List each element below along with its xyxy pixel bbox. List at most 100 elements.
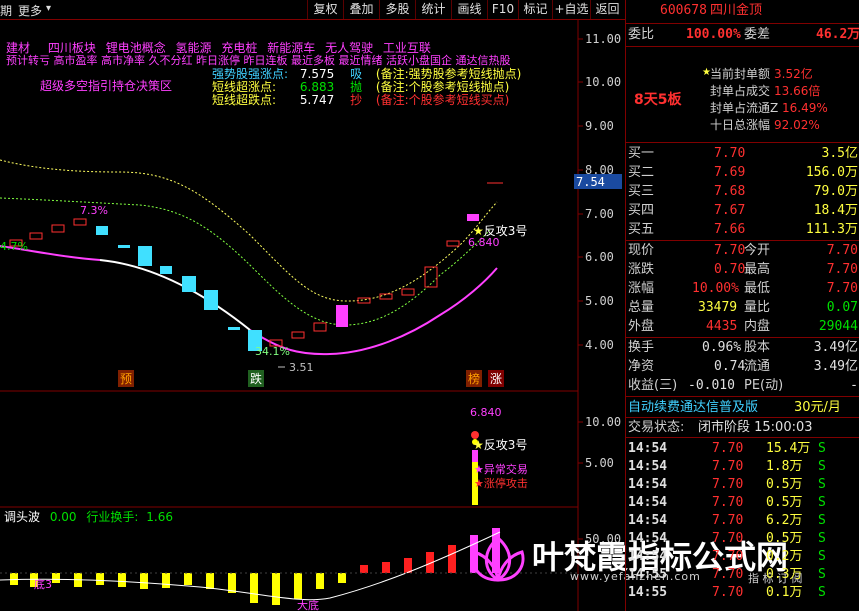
- event-marker[interactable]: 榜: [466, 370, 483, 387]
- low-price-label: 3.51: [289, 361, 314, 374]
- pct-label: 4.7%: [0, 240, 28, 253]
- bid-price: 7.66: [714, 222, 746, 237]
- f10-button[interactable]: F10: [487, 0, 518, 19]
- limit-info-row: 十日总涨幅 92.02%: [626, 116, 859, 135]
- stat-value: 0.74: [714, 359, 746, 374]
- stat-label: 今开: [744, 243, 771, 258]
- tick-row: 14:54 7.70 0.2万 S: [626, 547, 859, 566]
- stat-value: -: [850, 378, 858, 393]
- chevron-down-icon[interactable]: ▾: [46, 3, 51, 14]
- stat-label: 涨跌: [628, 262, 655, 277]
- stats-button[interactable]: 统计: [415, 0, 451, 19]
- event-marker[interactable]: 涨: [488, 370, 505, 387]
- stat-label: 涨幅: [628, 281, 655, 296]
- overlay-button[interactable]: 叠加: [343, 0, 379, 19]
- tick-row: 14:54 7.70 1.8万 S: [626, 457, 859, 476]
- fuquan-button[interactable]: 复权: [307, 0, 343, 19]
- stat-label: 股本: [744, 340, 771, 355]
- indicator-header[interactable]: 调头波 0.00 行业换手: 1.66: [4, 508, 173, 525]
- stat-value: 33479: [698, 300, 738, 315]
- tick-row: 14:54 7.70 0.5万 S: [626, 475, 859, 494]
- tick-price: 7.70: [712, 567, 744, 582]
- bid-row[interactable]: 买五 7.66 111.3万: [626, 220, 859, 239]
- axis-label: 11.00: [585, 32, 622, 46]
- tick-side: S: [818, 513, 826, 528]
- tick-side: S: [818, 441, 826, 456]
- back-button[interactable]: 返回: [590, 0, 624, 19]
- bid-volume: 18.4万: [813, 203, 858, 218]
- more-menu[interactable]: 更多: [18, 2, 42, 19]
- stat-value: 10.00%: [692, 281, 739, 296]
- pct-label: 7.3%: [80, 204, 108, 217]
- event-marker[interactable]: 预: [118, 370, 135, 387]
- weicha-label: 委差: [744, 27, 771, 42]
- stat-label: 净资: [628, 359, 655, 374]
- bid-row[interactable]: 买三 7.68 79.0万: [626, 182, 859, 201]
- axis-label: 4.00: [585, 338, 614, 352]
- tick-time: 14:54: [628, 531, 668, 546]
- tick-time: 14:55: [628, 567, 668, 582]
- stat-value: 7.70: [826, 243, 858, 258]
- weicha-value: 46.2万: [816, 27, 859, 42]
- streak-label: 8天5板: [634, 92, 682, 108]
- star-icon: ★: [473, 438, 484, 452]
- indicator-annotation: 大底: [297, 599, 319, 611]
- stat-row: 涨跌 0.70 最高 7.70: [626, 260, 859, 279]
- tick-row: 14:54 7.70 0.5万 S: [626, 529, 859, 548]
- stat-label: 换手: [628, 340, 655, 355]
- limit-label: ★涨停攻击: [474, 475, 528, 491]
- axis-label: 9.00: [585, 119, 614, 133]
- tick-time: 14:54: [628, 477, 668, 492]
- bid-row[interactable]: 买四 7.67 18.4万: [626, 201, 859, 220]
- weibi-value: 100.00%: [686, 27, 741, 42]
- bid-volume: 111.3万: [805, 222, 858, 237]
- tick-side: S: [818, 531, 826, 546]
- tick-volume: 0.5万: [766, 477, 803, 492]
- weibi-row: 委比 100.00% 委差 46.2万: [626, 25, 859, 44]
- tick-volume: 0.5万: [766, 531, 803, 546]
- tick-time: 14:55: [628, 585, 668, 600]
- draw-line-button[interactable]: 画线: [451, 0, 487, 19]
- stat-row: 换手 0.96% 股本 3.49亿: [626, 338, 859, 357]
- promo-banner[interactable]: 自动续费通达信普及版 30元/月: [626, 398, 859, 417]
- tick-row: 14:54 7.70 15.4万 S: [626, 439, 859, 458]
- tick-volume: 0.3万: [766, 567, 803, 582]
- bid-price: 7.69: [714, 165, 746, 180]
- indicator-name: 调头波: [4, 510, 41, 524]
- tick-price: 7.70: [712, 441, 744, 456]
- quote-panel: 600678 四川金顶 委比 100.00% 委差 46.2万 ★ 当前封单额 …: [625, 0, 859, 611]
- star-icon: ★: [474, 477, 484, 490]
- tick-time: 14:54: [628, 495, 668, 510]
- add-watchlist-button[interactable]: +自选: [552, 0, 590, 19]
- period-label[interactable]: 期: [0, 2, 12, 19]
- stat-label: 收益(三): [628, 378, 678, 393]
- event-marker[interactable]: 跌: [248, 370, 265, 387]
- chart-area[interactable]: 建材 四川板块 锂电池概念 氢能源 充电桩 新能源车 无人驾驶 工业互联 预计转…: [0, 20, 803, 611]
- stat-value: 0.96%: [702, 340, 742, 355]
- multi-stock-button[interactable]: 多股: [379, 0, 415, 19]
- pct-label: 34.1%: [255, 345, 290, 358]
- tick-side: S: [818, 459, 826, 474]
- stock-header[interactable]: 600678 四川金顶: [626, 1, 859, 21]
- tick-row: 14:55 7.70 0.1万 S: [626, 583, 859, 602]
- stat-value: 7.70: [826, 281, 858, 296]
- stat-value: -0.010: [688, 378, 735, 393]
- tick-price: 7.70: [712, 459, 744, 474]
- signal-text: 反攻3号: [483, 438, 528, 452]
- bid-row[interactable]: 买一 7.70 3.5亿: [626, 144, 859, 163]
- limit-info-value: 92.02%: [774, 118, 820, 132]
- stat-label: 外盘: [628, 319, 655, 334]
- stock-code: 600678: [660, 3, 707, 18]
- signal-label: ★反攻3号: [473, 222, 527, 239]
- current-price-marker: 7.54: [576, 175, 605, 189]
- stat-value: 7.70: [714, 243, 746, 258]
- stat-value: 29044: [818, 319, 858, 334]
- mark-button[interactable]: 标记: [518, 0, 552, 19]
- app-window: 期 更多 ▾ 复权 叠加 多股 统计 画线 F10 标记 +自选 返回 建材 四…: [0, 0, 859, 611]
- tick-price: 7.70: [712, 477, 744, 492]
- tick-row: 14:54 7.70 6.2万 S: [626, 511, 859, 530]
- bid-row[interactable]: 买二 7.69 156.0万: [626, 163, 859, 182]
- stat-label: 流通: [744, 359, 771, 374]
- lotus-logo-icon: [468, 530, 528, 590]
- star-icon: ★: [473, 224, 484, 238]
